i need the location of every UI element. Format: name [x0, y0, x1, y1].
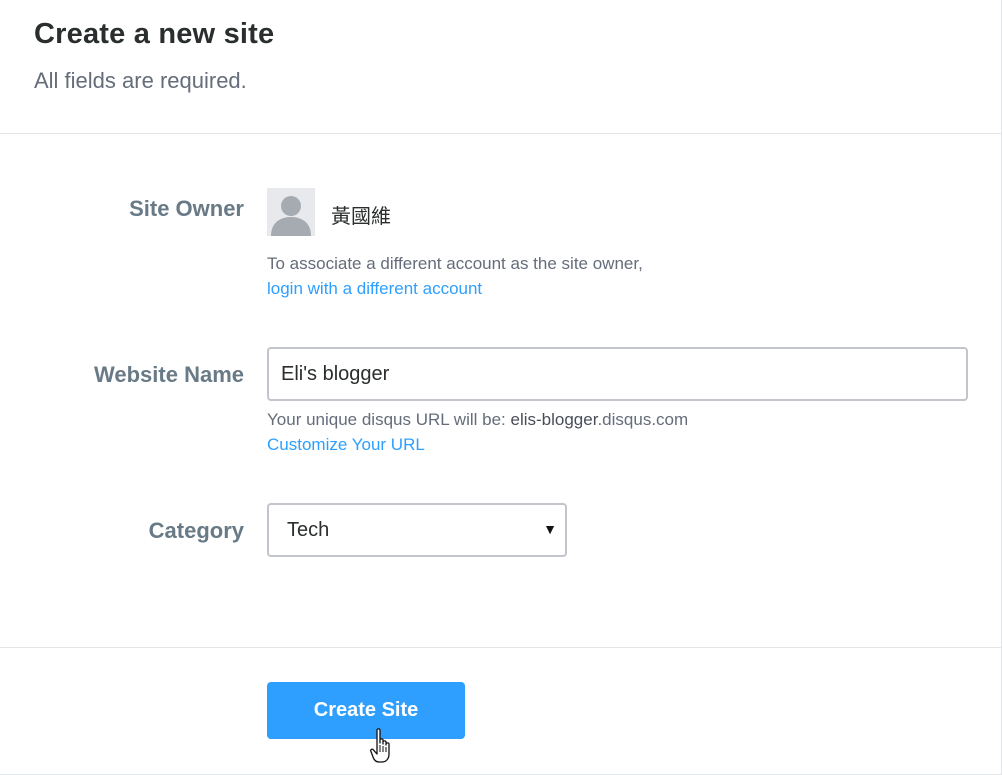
- user-silhouette-icon: [267, 188, 315, 236]
- url-suffix: .disqus.com: [597, 410, 689, 429]
- owner-help-text: To associate a different account as the …: [267, 254, 643, 273]
- page-title: Create a new site: [34, 18, 275, 50]
- page-header: Create a new site All fields are require…: [0, 0, 1001, 134]
- website-name-label: Website Name: [94, 362, 244, 387]
- caret-down-icon: ▼: [543, 521, 557, 537]
- page-subtitle: All fields are required.: [34, 68, 247, 93]
- website-name-input[interactable]: [267, 347, 968, 401]
- avatar: [267, 188, 315, 236]
- create-site-button[interactable]: Create Site: [267, 682, 465, 739]
- category-selected-value: Tech: [287, 519, 330, 541]
- footer-divider: [0, 647, 1001, 648]
- category-select[interactable]: Tech ▼: [267, 503, 567, 557]
- url-help-prefix: Your unique disqus URL will be:: [267, 410, 511, 429]
- url-help-text: Your unique disqus URL will be: elis-blo…: [267, 410, 688, 430]
- owner-name: 黃國維: [331, 206, 391, 228]
- different-account-link[interactable]: login with a different account: [267, 279, 482, 299]
- create-site-page: Create a new site All fields are require…: [0, 0, 1002, 775]
- hand-pointer-icon: [370, 728, 390, 763]
- site-owner-label: Site Owner: [129, 196, 244, 221]
- url-slug: elis-blogger: [510, 410, 598, 429]
- category-label: Category: [148, 518, 244, 543]
- customize-url-link[interactable]: Customize Your URL: [267, 435, 425, 455]
